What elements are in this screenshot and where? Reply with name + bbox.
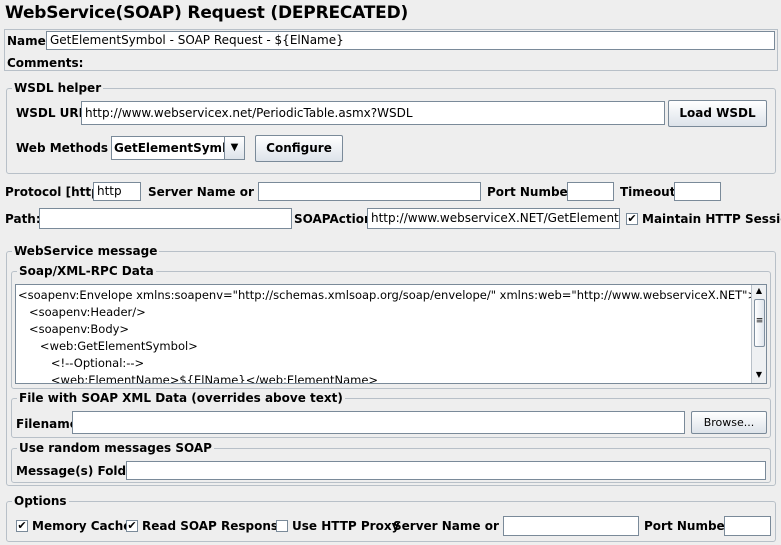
- scroll-up-icon[interactable]: ▲: [752, 286, 766, 295]
- read-soap-response-checkbox[interactable]: ✔: [126, 520, 138, 532]
- code-line: <web:GetElementSymbol>: [18, 339, 198, 353]
- wsdl-helper-legend: WSDL helper: [12, 81, 104, 95]
- maintain-session-label: Maintain HTTP Session: [642, 212, 781, 226]
- soapaction-input[interactable]: http://www.webserviceX.NET/GetElementSym…: [367, 208, 620, 229]
- path-label: Path:: [5, 212, 41, 226]
- wsdl-url-input[interactable]: http://www.webservicex.net/PeriodicTable…: [81, 101, 665, 125]
- scroll-thumb[interactable]: ≡: [754, 299, 765, 347]
- dropdown-arrow-glyph: ▼: [230, 142, 239, 153]
- server-name-label: Server Name or IP:: [148, 185, 277, 199]
- memory-cache-label: Memory Cache: [32, 519, 132, 533]
- editor-scrollbar[interactable]: ▲ ≡ ▼: [751, 285, 766, 383]
- path-input[interactable]: [39, 208, 292, 229]
- proxy-port-label: Port Number:: [644, 519, 736, 533]
- proxy-server-input[interactable]: [503, 516, 639, 536]
- wsdl-url-label: WSDL URL: [16, 106, 87, 120]
- proxy-port-input[interactable]: [724, 516, 771, 536]
- soap-xml-editor[interactable]: <soapenv:Envelope xmlns:soapenv="http://…: [15, 284, 767, 384]
- load-wsdl-button[interactable]: Load WSDL: [668, 100, 767, 127]
- read-soap-response-label: Read SOAP Response: [142, 519, 287, 533]
- soap-data-legend: Soap/XML-RPC Data: [17, 264, 156, 278]
- options-legend: Options: [12, 494, 69, 508]
- messages-folder-label: Message(s) Folder: [16, 464, 141, 478]
- port-number-input[interactable]: [567, 182, 614, 201]
- name-input[interactable]: GetElementSymbol - SOAP Request - ${ElNa…: [46, 31, 775, 50]
- code-line: <web:ElementName>${ElName}</web:ElementN…: [18, 373, 379, 384]
- timeout-label: Timeout:: [620, 185, 681, 199]
- filename-label: Filename: [16, 417, 78, 431]
- server-name-input[interactable]: [258, 182, 481, 201]
- web-methods-select[interactable]: GetElementSymbol ▼: [111, 136, 245, 160]
- protocol-input[interactable]: http: [93, 182, 141, 201]
- check-icon: ✔: [627, 212, 637, 225]
- timeout-input[interactable]: [674, 182, 721, 201]
- random-soap-legend: Use random messages SOAP: [17, 441, 214, 455]
- name-label: Name:: [7, 34, 51, 48]
- memory-cache-checkbox[interactable]: ✔: [16, 520, 28, 532]
- file-soap-legend: File with SOAP XML Data (overrides above…: [17, 391, 345, 405]
- code-line: <soapenv:Envelope xmlns:soapenv="http://…: [18, 288, 758, 302]
- web-methods-label: Web Methods: [16, 141, 109, 155]
- use-http-proxy-checkbox[interactable]: [276, 520, 288, 532]
- configure-button[interactable]: Configure: [255, 135, 343, 162]
- use-http-proxy-label: Use HTTP Proxy: [292, 519, 400, 533]
- code-line: <soapenv:Header/>: [18, 305, 146, 319]
- code-line: <!--Optional:-->: [18, 356, 145, 370]
- filename-input[interactable]: [72, 411, 685, 434]
- scroll-down-icon[interactable]: ▼: [752, 370, 766, 379]
- check-icon: ✔: [17, 519, 27, 532]
- browse-button[interactable]: Browse...: [691, 411, 767, 434]
- proxy-server-label: Server Name or IP:: [393, 519, 522, 533]
- grip-icon: ≡: [755, 316, 764, 326]
- code-line: <soapenv:Body>: [18, 322, 130, 336]
- comments-input[interactable]: [75, 53, 775, 69]
- page-title: WebService(SOAP) Request (DEPRECATED): [5, 3, 409, 23]
- maintain-session-checkbox[interactable]: ✔: [626, 213, 638, 225]
- webservice-message-legend: WebService message: [12, 244, 160, 258]
- check-icon: ✔: [127, 519, 137, 532]
- port-number-label: Port Number:: [487, 185, 579, 199]
- dropdown-arrow-icon[interactable]: ▼: [224, 137, 244, 159]
- messages-folder-input[interactable]: [126, 461, 766, 480]
- comments-label: Comments:: [7, 56, 84, 70]
- soapaction-label: SOAPAction: [294, 212, 373, 226]
